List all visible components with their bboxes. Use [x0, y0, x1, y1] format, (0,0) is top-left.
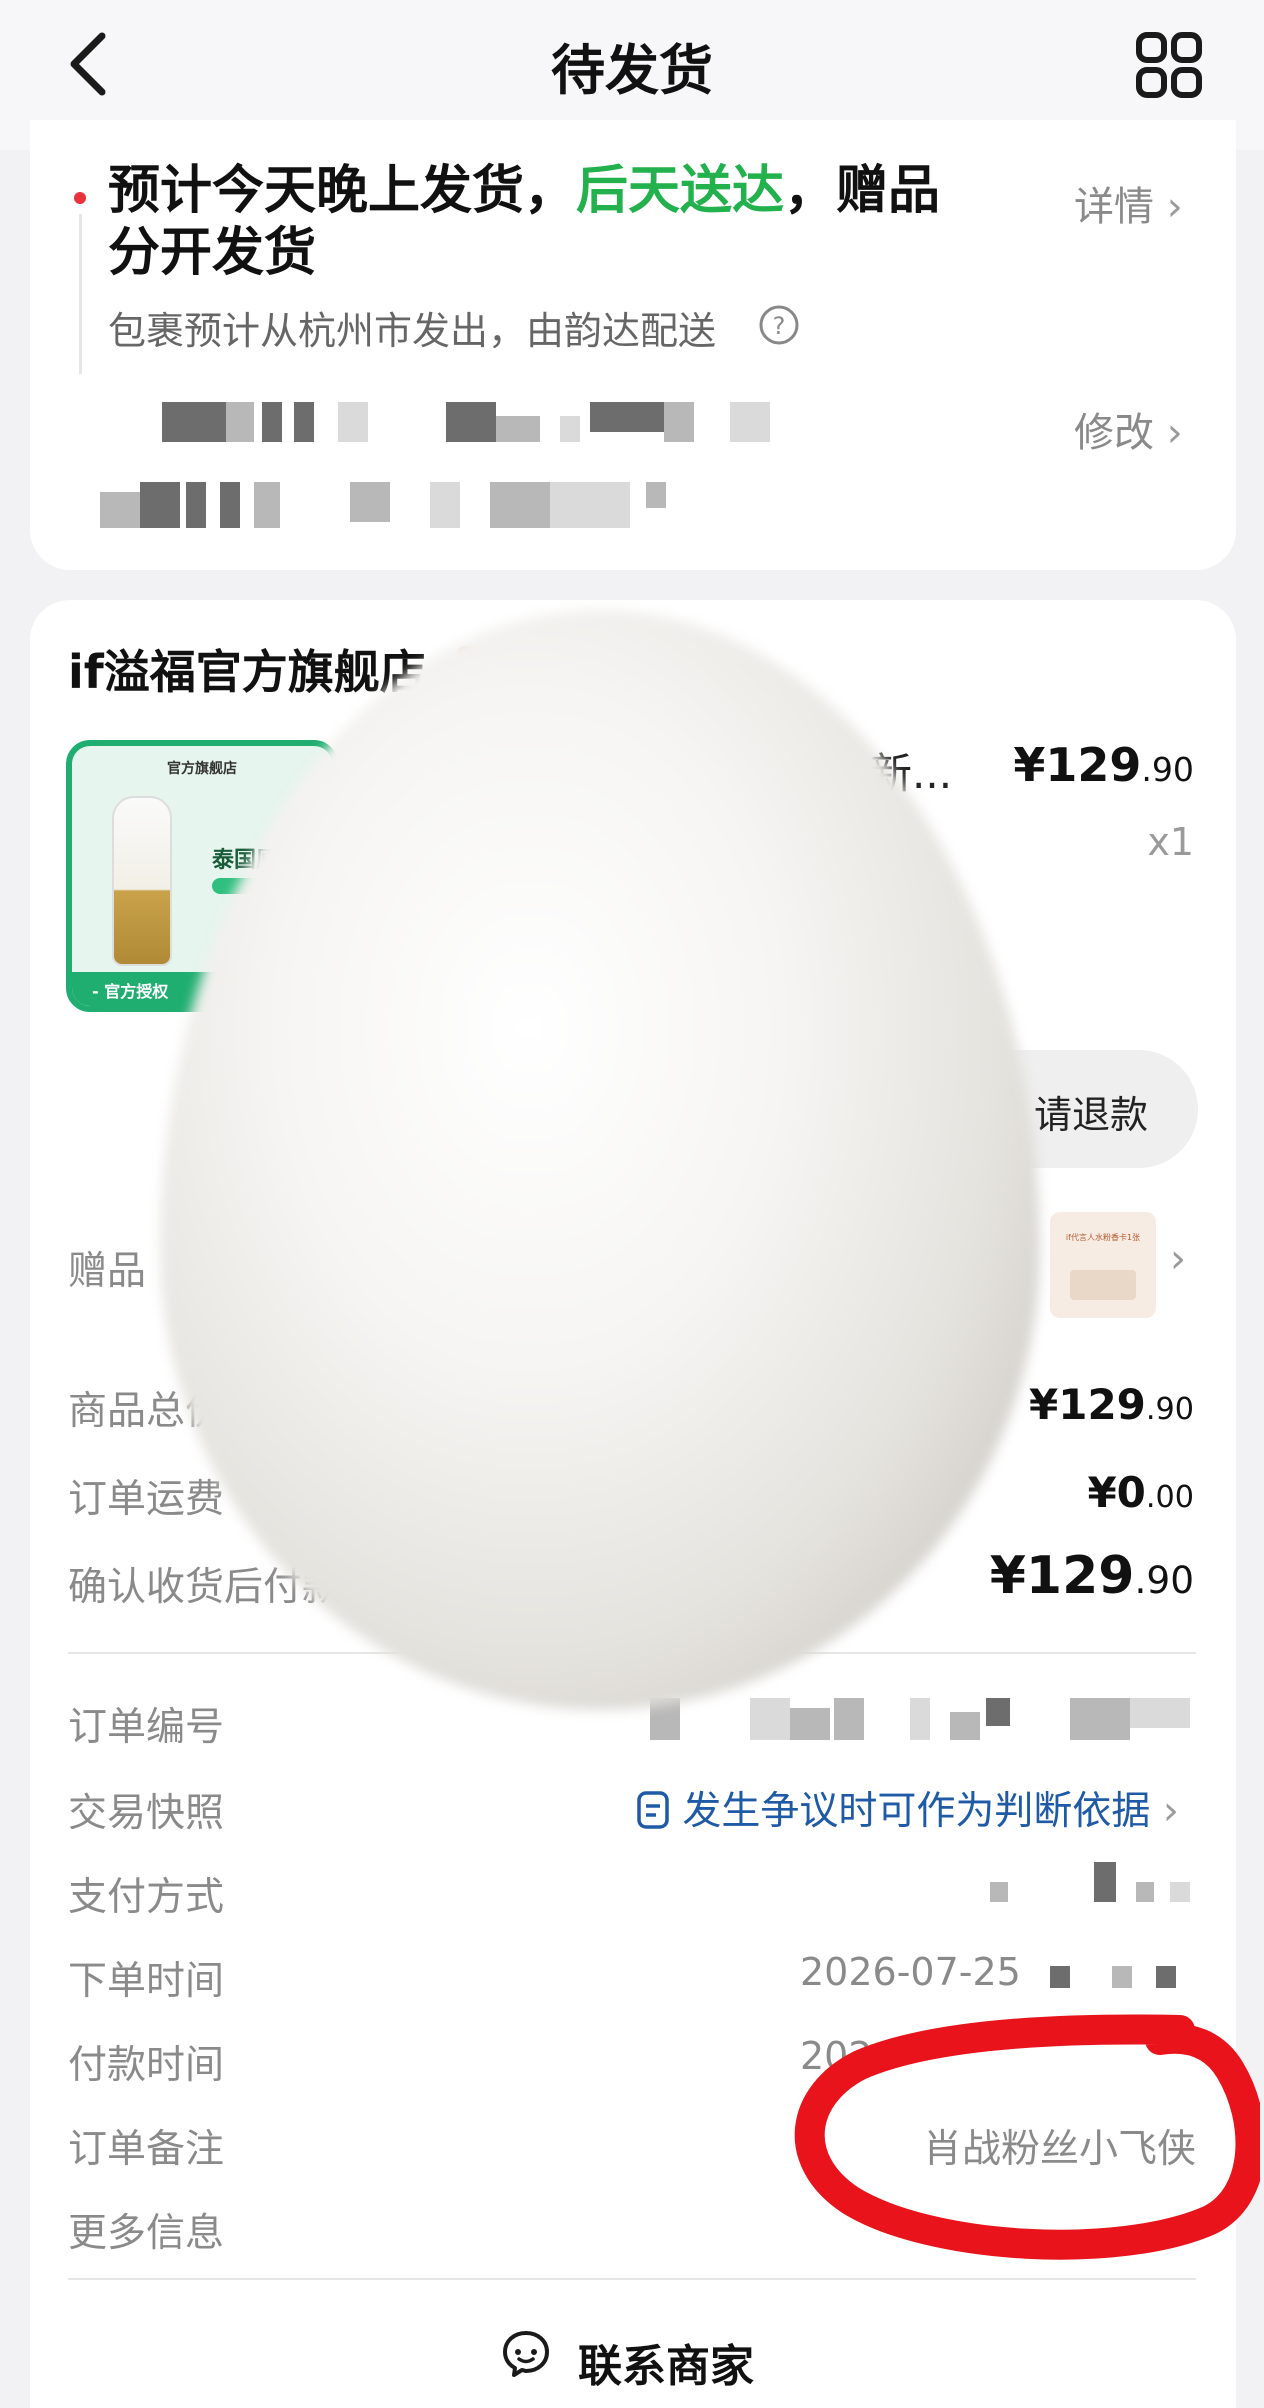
gift-image[interactable]: if代言人水粉香卡1张: [1050, 1212, 1156, 1318]
payment-method-label: 支付方式: [68, 1875, 225, 1920]
receipt-price-main: ¥129: [989, 1546, 1135, 1606]
snapshot-link-label: 发生争议时可作为判断依据: [682, 1789, 1151, 1834]
svg-text:?: ?: [773, 312, 786, 340]
shipping-text-3: 分开发货: [108, 223, 317, 283]
chevron-right-icon: ›: [1162, 1788, 1179, 1834]
store-name[interactable]: if溢福官方旗舰店: [68, 636, 426, 702]
chevron-left-icon: [70, 32, 106, 96]
total-price-main: ¥129: [1029, 1380, 1146, 1429]
product-quantity: x1: [1147, 820, 1194, 864]
product-image-bottom-label: - 官方授权: [92, 982, 169, 1001]
timeline-line: [79, 214, 82, 374]
order-note-label: 订单备注: [68, 2127, 225, 2172]
contact-merchant-button[interactable]: 联系商家: [500, 2320, 780, 2392]
refund-button-label: 请退款: [1034, 1093, 1149, 1137]
chevron-right-icon[interactable]: ›: [1170, 1236, 1186, 1282]
modify-link-label: 修改: [1074, 410, 1154, 456]
detail-link-label: 详情: [1074, 184, 1154, 230]
page-title: 待发货: [551, 39, 713, 102]
gift-image-text: if代言人水粉香卡1张: [1065, 1233, 1141, 1242]
product-price-main: ¥129: [1013, 738, 1142, 792]
pay-time-label: 付款时间: [68, 2043, 225, 2088]
summary-value-pay-on-receipt: ¥129.90: [990, 1546, 1194, 1606]
document-icon: [637, 1791, 669, 1829]
more-info-label: 更多信息: [68, 2211, 225, 2256]
chevron-right-icon: ›: [1166, 184, 1183, 230]
summary-label-shipping: 订单运费: [68, 1477, 225, 1522]
shipping-fee-main: ¥0: [1087, 1468, 1146, 1517]
product-bottle: [112, 796, 172, 966]
gift-label: 赠品: [68, 1249, 147, 1294]
contact-merchant-label: 联系商家: [578, 2341, 754, 2392]
store-name-label: if溢福官方旗舰店: [68, 645, 426, 699]
help-button[interactable]: ?: [758, 304, 800, 346]
product-image-top-label: 官方旗舰店: [167, 761, 237, 777]
payment-method-redacted: [990, 1862, 1196, 1904]
receipt-price-decimal: .90: [1134, 1558, 1194, 1602]
snapshot-label: 交易快照: [68, 1791, 225, 1836]
shipping-text-2: ，赠品: [784, 161, 941, 221]
snapshot-link[interactable]: 发生争议时可作为判断依据 ›: [636, 1780, 1179, 1836]
shipping-estimate: 预计今天晚上发货，后天送达，赠品 分开发货: [108, 160, 1048, 284]
chat-bubble-icon: [503, 2331, 549, 2377]
total-price-decimal: .90: [1145, 1392, 1194, 1427]
chevron-right-icon: ›: [1166, 410, 1183, 456]
shipping-subtext: 包裹预计从杭州市发出，由韵达配送: [108, 300, 716, 355]
grid-icon: [1136, 32, 1202, 98]
status-dot: [74, 192, 86, 204]
order-number-redacted: [640, 1698, 1196, 1740]
gift-image-cards: [1070, 1270, 1136, 1300]
question-circle-icon: ?: [759, 305, 799, 345]
red-annotation-circle: [794, 2014, 1260, 2260]
order-number-label: 订单编号: [68, 1705, 225, 1750]
detail-link[interactable]: 详情 ›: [1074, 174, 1183, 232]
order-time-label: 下单时间: [68, 1959, 225, 2004]
shipping-text-1: 预计今天晚上发货，: [108, 161, 577, 221]
order-time-value: 2026-07-25: [800, 1950, 1021, 1994]
grid-menu-button[interactable]: [1134, 30, 1204, 100]
summary-value-shipping: ¥0.00: [1087, 1468, 1194, 1517]
modify-address-link[interactable]: 修改 ›: [1074, 400, 1183, 458]
shipping-fee-decimal: .00: [1145, 1480, 1194, 1515]
delivery-highlight: 后天送达: [576, 161, 785, 221]
summary-value-total: ¥129.90: [1029, 1380, 1194, 1429]
shipping-origin-text: 包裹预计从杭州市发出，由韵达配送: [108, 309, 717, 353]
product-price: ¥129.90: [1013, 738, 1194, 792]
redacted-address: [90, 396, 830, 536]
product-price-decimal: .90: [1141, 750, 1194, 789]
order-time-redacted: [1040, 1960, 1196, 1990]
back-button[interactable]: [60, 28, 120, 100]
